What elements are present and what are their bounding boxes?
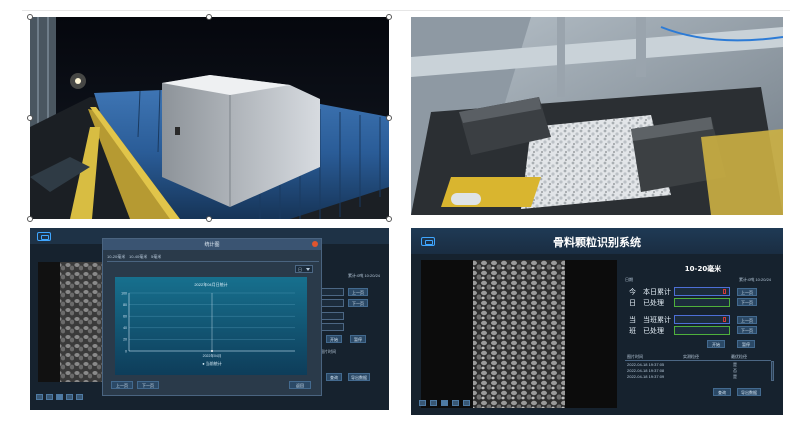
- today-processed-field[interactable]: [674, 298, 730, 307]
- start-button[interactable]: 开始: [707, 340, 725, 348]
- export-button[interactable]: 导出数据: [737, 388, 761, 396]
- resize-handle-tr[interactable]: [386, 14, 392, 20]
- query-button[interactable]: 查询: [713, 388, 731, 396]
- side-next-button[interactable]: 下一页: [348, 299, 368, 307]
- side-start-button[interactable]: 开始: [326, 335, 342, 343]
- stop-button[interactable]: 暂停: [737, 340, 755, 348]
- tab-10-20[interactable]: 10-20毫米: [107, 254, 125, 260]
- close-icon[interactable]: [312, 241, 318, 247]
- data-point: [211, 350, 213, 352]
- side-prev-button[interactable]: 上一页: [348, 288, 368, 296]
- today-prev-button[interactable]: 上一页: [737, 288, 757, 296]
- app-title: 骨料颗粒识别系统: [553, 236, 641, 249]
- resize-handle-mr[interactable]: [386, 115, 392, 121]
- shift-next-button[interactable]: 下一页: [737, 326, 757, 334]
- pager-next[interactable]: [66, 394, 73, 400]
- red-marker: [723, 317, 726, 322]
- dialog-title: 统计图: [204, 242, 220, 248]
- row-today-side: 今: [629, 288, 636, 296]
- side-query-button[interactable]: 查询: [326, 373, 342, 381]
- resize-handle-ml[interactable]: [27, 115, 33, 121]
- pager-prev[interactable]: [430, 400, 437, 406]
- dialog-next-button[interactable]: 下一页: [137, 381, 159, 389]
- app-logo-icon: [37, 232, 51, 241]
- pager-1[interactable]: [56, 394, 63, 400]
- resize-handle-tl[interactable]: [27, 14, 33, 20]
- period-select[interactable]: 日: [295, 265, 313, 273]
- table-row[interactable]: 2022-04-18 19:37:08: [627, 368, 664, 373]
- table-divider: [625, 360, 771, 361]
- tab-underline: [107, 261, 319, 262]
- chart-header: 2022年04月日统计: [194, 281, 227, 287]
- resize-handle-bm[interactable]: [206, 216, 212, 222]
- side-export-button[interactable]: 导出数据: [348, 373, 370, 381]
- resize-handle-tm[interactable]: [206, 14, 212, 20]
- size-subtitle: 10-20毫米: [684, 265, 722, 273]
- y-tick-label: 20: [123, 338, 127, 342]
- row-shift-done-side: 班: [629, 327, 636, 335]
- pager-last[interactable]: [76, 394, 83, 400]
- row-today-label: 本日累计: [643, 288, 671, 296]
- pager-prev[interactable]: [46, 394, 53, 400]
- y-tick-label: 80: [123, 303, 127, 307]
- camera-feed: [421, 260, 617, 408]
- pager-first[interactable]: [36, 394, 43, 400]
- chevron-down-icon: [306, 268, 310, 271]
- today-next-button[interactable]: 下一页: [737, 298, 757, 306]
- y-tick-label: 40: [123, 326, 127, 330]
- table-row[interactable]: 2022-04-18 19:37:05: [627, 362, 664, 367]
- resize-handle-br[interactable]: [386, 216, 392, 222]
- info-readout: 累计:0吨 10:20/24: [739, 277, 772, 282]
- dialog-prev-button[interactable]: 上一页: [111, 381, 133, 389]
- sensor-hardware-photo: [411, 17, 783, 215]
- dialog-back-button[interactable]: 返回: [289, 381, 311, 389]
- shift-processed-field[interactable]: [674, 326, 730, 335]
- table-scrollbar[interactable]: [771, 361, 774, 381]
- row-shift-side: 当: [629, 316, 636, 324]
- pager-1[interactable]: [441, 400, 448, 406]
- today-total-field[interactable]: [674, 287, 730, 296]
- red-marker: [723, 289, 726, 294]
- row-today-done-side: 日: [629, 299, 636, 307]
- stats-chart: 2022年04月日统计 100 80 60 40 20 0 2022年04月 ● 当前统计: [115, 277, 307, 375]
- conveyor-photo[interactable]: [30, 17, 389, 219]
- side-table-label: 图片时间: [320, 349, 336, 354]
- x-tick-label: 2022年04月: [203, 353, 222, 358]
- row-shift-done-label: 已处理: [643, 327, 664, 335]
- y-tick-label: 60: [123, 315, 127, 319]
- camera-feed: [38, 262, 108, 382]
- table-row[interactable]: 2022-04-18 19:37:09: [627, 374, 664, 379]
- y-tick-label: 100: [121, 291, 127, 295]
- y-tick-label: 0: [125, 349, 127, 353]
- tab-5[interactable]: 5毫米: [151, 254, 161, 260]
- pager-next[interactable]: [452, 400, 459, 406]
- document-top-rule: [22, 10, 790, 11]
- resize-handle-bl[interactable]: [27, 216, 33, 222]
- dialog-titlebar: 统计图: [103, 239, 321, 250]
- app-header: 骨料颗粒识别系统: [411, 228, 783, 254]
- info-readout: 累计:0吨 10:20/24: [348, 273, 381, 278]
- stats-screen: 累计:0吨 10:20/24 上一页 下一页 开始 暂停 图片时间 查询 导出数…: [30, 228, 389, 410]
- stats-dialog: 统计图 10-20毫米 10-40毫米 5毫米 日 2022年04月日统计 10…: [102, 238, 322, 396]
- row-shift-label: 当班累计: [643, 316, 671, 324]
- table-row[interactable]: 是: [733, 374, 737, 380]
- info-label: 日期: [625, 277, 633, 282]
- period-select-value: 日: [298, 267, 302, 272]
- history-table: 图片时间 实测粒径 最优粒径 2022-04-18 19:37:05 是 202…: [625, 354, 775, 382]
- shift-total-field[interactable]: [674, 315, 730, 324]
- shift-prev-button[interactable]: 上一页: [737, 316, 757, 324]
- pager-last[interactable]: [463, 400, 470, 406]
- tab-10-40[interactable]: 10-40毫米: [129, 254, 147, 260]
- pager-first[interactable]: [419, 400, 426, 406]
- chart-legend: ● 当前统计: [202, 360, 222, 366]
- main-screen: 骨料颗粒识别系统 10-20毫米 日期 累计:0吨 10:20/24 今 本日累…: [411, 228, 783, 415]
- row-today-done-label: 已处理: [643, 299, 664, 307]
- side-stop-button[interactable]: 暂停: [350, 335, 366, 343]
